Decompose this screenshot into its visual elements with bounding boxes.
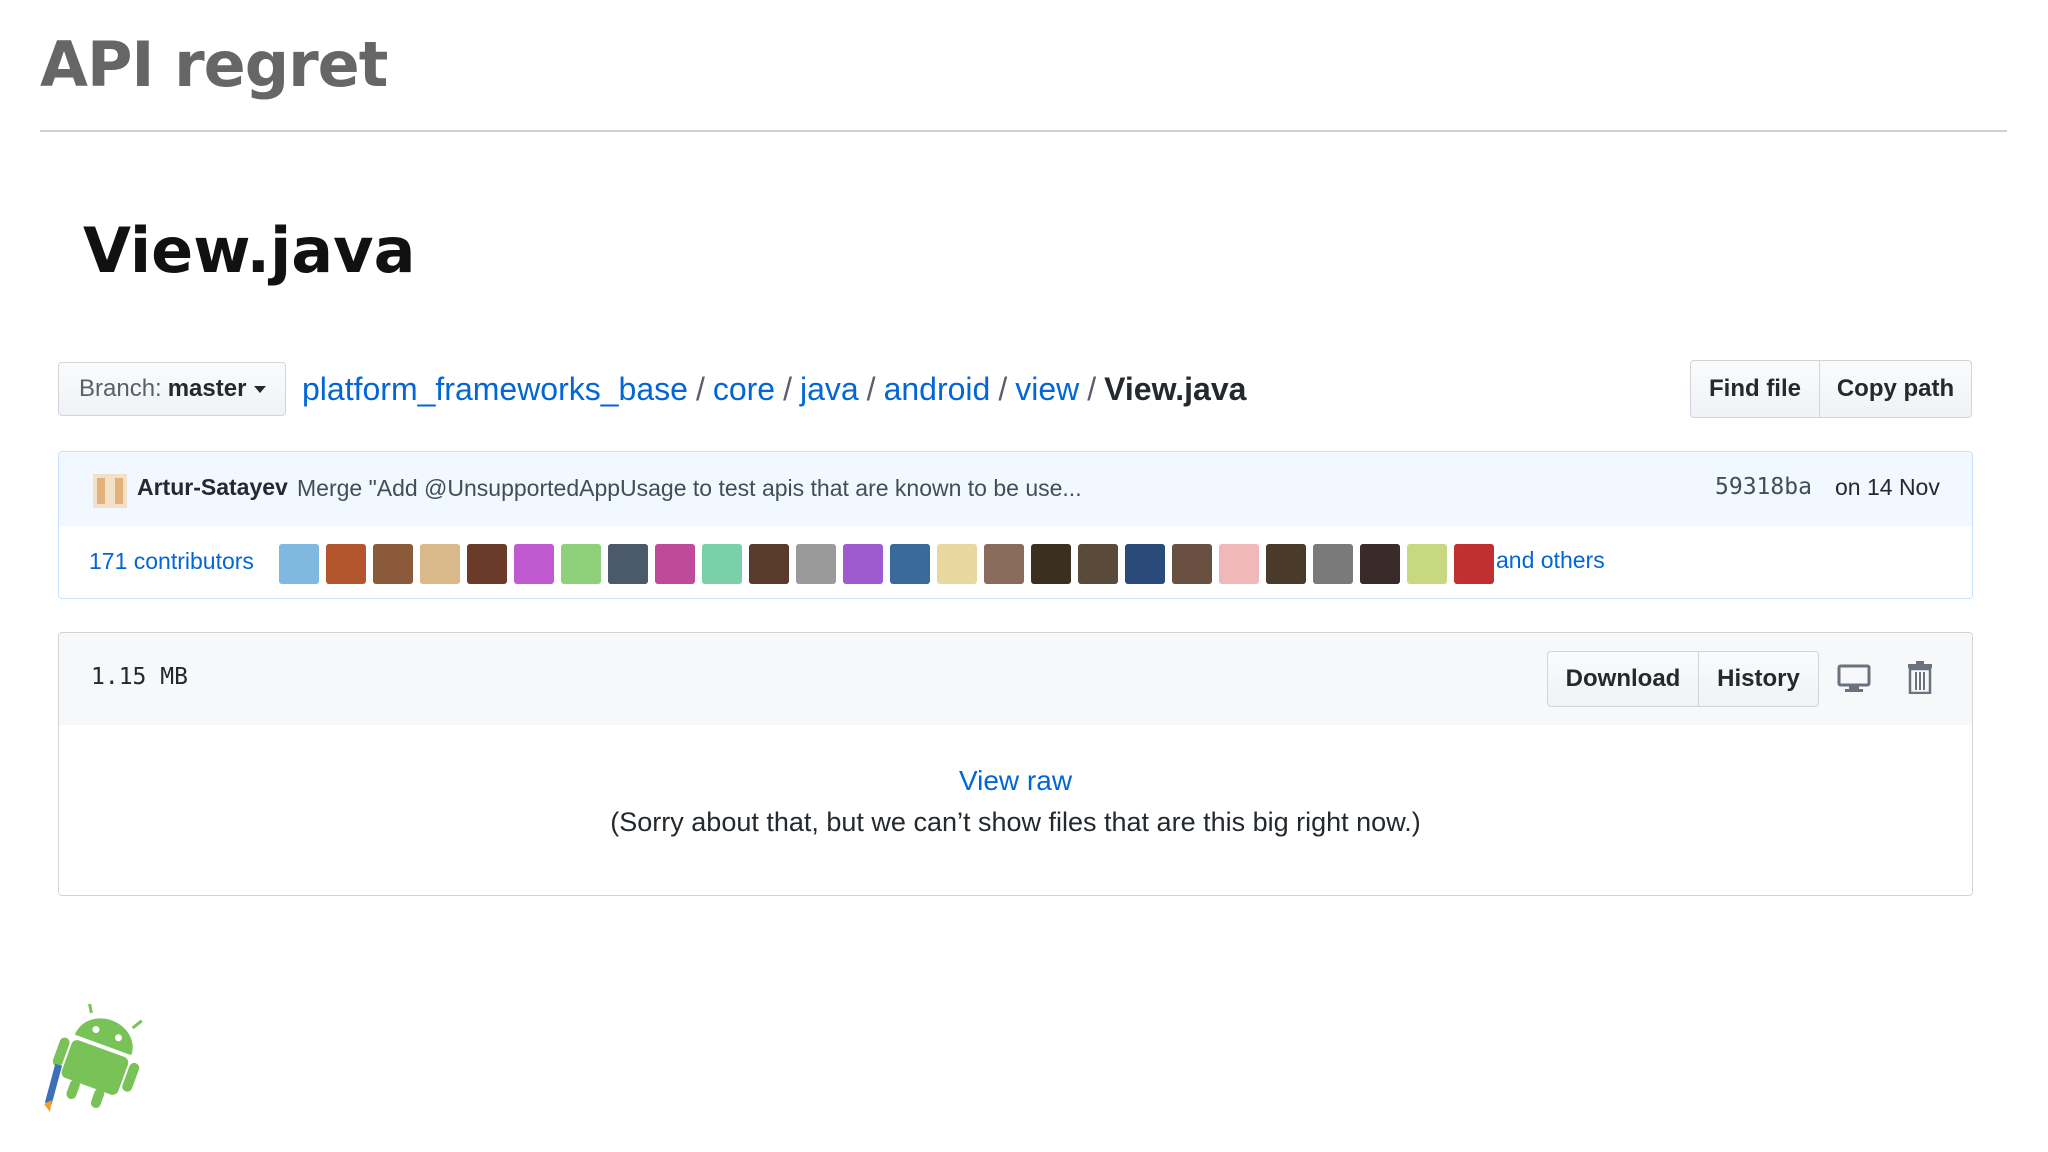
contributors-row: 171 contributors and others	[59, 526, 1972, 598]
file-size: 1.15 MB	[91, 664, 188, 690]
contributor-avatar[interactable]	[937, 544, 977, 584]
download-button[interactable]: Download	[1547, 651, 1699, 707]
contributor-avatar[interactable]	[1454, 544, 1494, 584]
breadcrumb-separator: /	[998, 370, 1008, 407]
contributors-count-link[interactable]: 171 contributors	[89, 548, 254, 575]
contributor-avatar[interactable]	[843, 544, 883, 584]
file-too-big-notice: (Sorry about that, but we can’t show fil…	[610, 807, 1421, 837]
slide-subtitle: View.java	[83, 214, 416, 287]
breadcrumb-current-file: View.java	[1104, 370, 1247, 407]
contributor-avatars	[279, 544, 1494, 584]
contributor-avatar[interactable]	[1125, 544, 1165, 584]
contributor-avatar[interactable]	[749, 544, 789, 584]
commit-date: on 14 Nov	[1835, 474, 1940, 500]
caret-down-icon	[254, 385, 267, 393]
latest-commit-bar: Artur-Satayev Merge "Add @UnsupportedApp…	[59, 452, 1972, 527]
contributor-avatar[interactable]	[467, 544, 507, 584]
contributor-avatar[interactable]	[984, 544, 1024, 584]
breadcrumb-separator: /	[1087, 370, 1097, 407]
contributor-avatar[interactable]	[702, 544, 742, 584]
file-body: View raw (Sorry about that, but we can’t…	[59, 725, 1972, 895]
contributor-avatar[interactable]	[1172, 544, 1212, 584]
view-raw-link[interactable]: View raw	[59, 765, 1972, 797]
branch-name: master	[167, 375, 247, 402]
contributor-avatar[interactable]	[420, 544, 460, 584]
branch-prefix: Branch:	[79, 375, 162, 402]
breadcrumb-link-java[interactable]: java	[800, 371, 859, 408]
title-divider	[40, 130, 2007, 132]
avatar[interactable]	[93, 474, 127, 508]
commit-box: Artur-Satayev Merge "Add @UnsupportedApp…	[58, 451, 1973, 599]
contributor-avatar[interactable]	[514, 544, 554, 584]
breadcrumb-link-repo[interactable]: platform_frameworks_base	[302, 371, 688, 408]
contributor-avatar[interactable]	[1360, 544, 1400, 584]
breadcrumb: platform_frameworks_base / core / java /…	[302, 366, 1246, 412]
contributor-avatar[interactable]	[1031, 544, 1071, 584]
and-others-link[interactable]: and others	[1496, 547, 1605, 574]
find-file-button[interactable]: Find file	[1690, 360, 1820, 418]
file-header: 1.15 MB Download History	[59, 633, 1972, 726]
contributor-avatar[interactable]	[279, 544, 319, 584]
contributor-avatar[interactable]	[373, 544, 413, 584]
desktop-icon[interactable]	[1837, 663, 1871, 695]
breadcrumb-separator: /	[783, 370, 792, 407]
contributor-avatar[interactable]	[796, 544, 836, 584]
breadcrumb-separator: /	[695, 370, 705, 407]
trash-icon[interactable]	[1907, 660, 1933, 694]
history-button[interactable]: History	[1699, 651, 1819, 707]
copy-path-button[interactable]: Copy path	[1820, 360, 1972, 418]
contributor-avatar[interactable]	[326, 544, 366, 584]
slide-title: API regret	[40, 28, 388, 101]
android-mascot-icon	[44, 1004, 143, 1112]
breadcrumb-link-view[interactable]: view	[1015, 371, 1079, 408]
breadcrumb-link-android[interactable]: android	[884, 371, 991, 408]
commit-message[interactable]: Merge "Add @UnsupportedAppUsage to test …	[297, 475, 1082, 502]
contributor-avatar[interactable]	[1407, 544, 1447, 584]
file-box: 1.15 MB Download History View raw (Sorry…	[58, 632, 1973, 896]
branch-selector[interactable]: Branch: master	[58, 362, 286, 416]
contributor-avatar[interactable]	[1219, 544, 1259, 584]
file-action-buttons: Download History	[1547, 651, 1819, 707]
contributor-avatar[interactable]	[890, 544, 930, 584]
breadcrumb-link-core[interactable]: core	[713, 371, 775, 408]
contributor-avatar[interactable]	[1078, 544, 1118, 584]
file-nav-buttons: Find file Copy path	[1690, 360, 1972, 418]
commit-sha[interactable]: 59318ba	[1715, 474, 1812, 500]
breadcrumb-separator: /	[866, 370, 876, 407]
contributor-avatar[interactable]	[655, 544, 695, 584]
contributor-avatar[interactable]	[1313, 544, 1353, 584]
commit-author[interactable]: Artur-Satayev	[137, 474, 288, 501]
contributor-avatar[interactable]	[1266, 544, 1306, 584]
contributor-avatar[interactable]	[608, 544, 648, 584]
contributor-avatar[interactable]	[561, 544, 601, 584]
